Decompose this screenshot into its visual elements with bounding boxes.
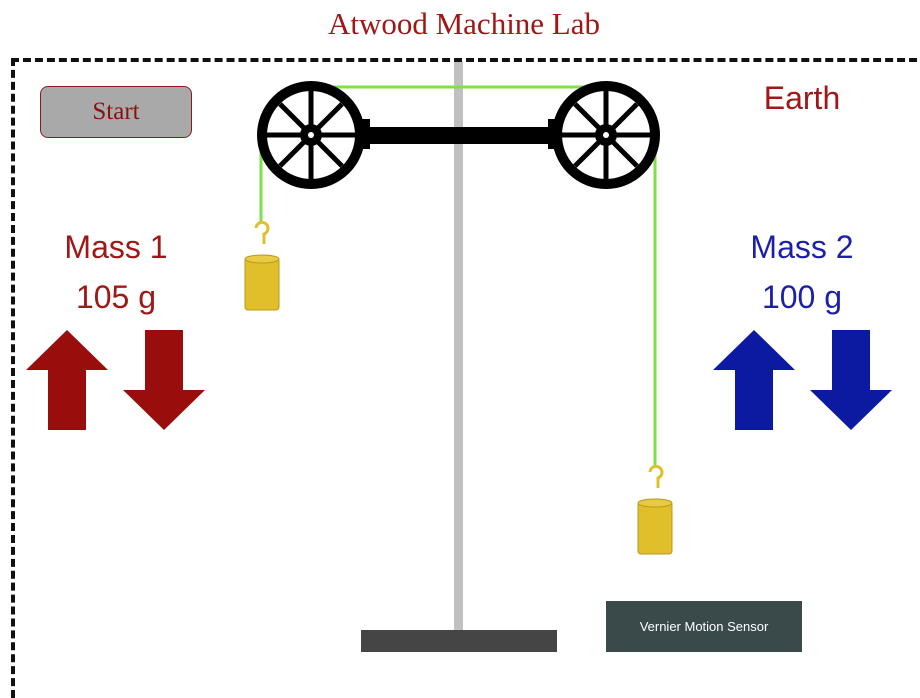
- arrow-up-icon: [713, 330, 795, 430]
- motion-sensor: Vernier Motion Sensor: [606, 601, 802, 652]
- arrow-down-icon: [810, 330, 892, 430]
- mass-1-increase-button[interactable]: [26, 330, 108, 430]
- mass-2-label: Mass 2: [750, 229, 854, 265]
- motion-sensor-label: Vernier Motion Sensor: [639, 619, 769, 634]
- mass-1-label: Mass 1: [64, 229, 168, 265]
- mass-1-value: 105 g: [75, 279, 157, 315]
- start-button[interactable]: Start: [40, 86, 192, 138]
- page-title: Atwood Machine Lab: [327, 6, 601, 41]
- mass-2-decrease-button[interactable]: [810, 330, 892, 430]
- mass-1-readout: Mass 1 105 g: [42, 222, 190, 322]
- mass-2-value: 100 g: [761, 279, 843, 315]
- mass-2-increase-button[interactable]: [713, 330, 795, 430]
- mass-2-readout: Mass 2 100 g: [728, 222, 876, 322]
- mass-1-decrease-button[interactable]: [123, 330, 205, 430]
- planet-label: Earth: [763, 80, 841, 116]
- arrow-up-icon: [26, 330, 108, 430]
- arrow-down-icon: [123, 330, 205, 430]
